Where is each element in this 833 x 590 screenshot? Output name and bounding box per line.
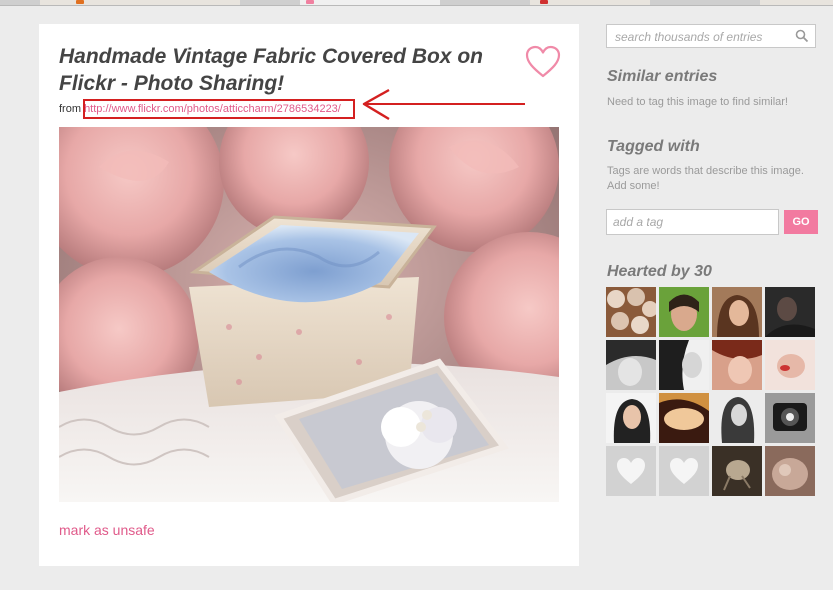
similar-entries-heading: Similar entries: [607, 68, 718, 85]
search-input[interactable]: [613, 28, 797, 46]
browser-tab-strip: [0, 0, 833, 6]
hearted-by-grid: [606, 287, 818, 497]
search-box: [606, 24, 816, 48]
entry-photo[interactable]: [59, 127, 559, 502]
similar-entries-text: Need to tag this image to find similar!: [607, 96, 788, 108]
user-avatar[interactable]: [712, 393, 762, 443]
user-avatar[interactable]: [712, 287, 762, 337]
tab-favicon-icon: [306, 0, 314, 4]
tab-favicon-icon: [76, 0, 84, 4]
heart-icon: [525, 45, 561, 78]
heart-button[interactable]: [525, 45, 561, 79]
user-avatar[interactable]: [712, 446, 762, 496]
browser-tab[interactable]: [760, 0, 833, 5]
user-avatar[interactable]: [765, 446, 815, 496]
user-avatar[interactable]: [606, 340, 656, 390]
fabric-box-image: [59, 127, 559, 502]
tab-favicon-icon: [540, 0, 548, 4]
go-button[interactable]: GO: [784, 210, 818, 234]
tagged-with-heading: Tagged with: [607, 138, 700, 155]
from-label: from: [59, 103, 81, 115]
user-avatar[interactable]: [765, 287, 815, 337]
annotation-highlight-box: [83, 99, 355, 119]
user-avatar[interactable]: [659, 287, 709, 337]
browser-tab[interactable]: [530, 0, 650, 5]
browser-tab[interactable]: [40, 0, 240, 5]
entry-card: Handmade Vintage Fabric Covered Box on F…: [39, 24, 579, 566]
heart-icon: [670, 458, 698, 484]
mark-unsafe-link[interactable]: mark as unsafe: [59, 522, 155, 538]
browser-tab[interactable]: [300, 0, 440, 5]
user-avatar[interactable]: [606, 393, 656, 443]
heart-icon: [617, 458, 645, 484]
user-avatar[interactable]: [659, 393, 709, 443]
search-icon[interactable]: [795, 29, 809, 43]
user-avatar[interactable]: [606, 287, 656, 337]
user-avatar-placeholder[interactable]: [659, 446, 709, 496]
user-avatar-placeholder[interactable]: [606, 446, 656, 496]
user-avatar[interactable]: [659, 340, 709, 390]
hearted-by-heading: Hearted by 30: [607, 263, 712, 280]
user-avatar[interactable]: [765, 393, 815, 443]
user-avatar[interactable]: [712, 340, 762, 390]
tagged-with-text: Tags are words that describe this image.…: [607, 165, 804, 192]
user-avatar[interactable]: [765, 340, 815, 390]
annotation-arrow-icon: [362, 88, 525, 121]
add-tag-input[interactable]: [606, 209, 779, 235]
